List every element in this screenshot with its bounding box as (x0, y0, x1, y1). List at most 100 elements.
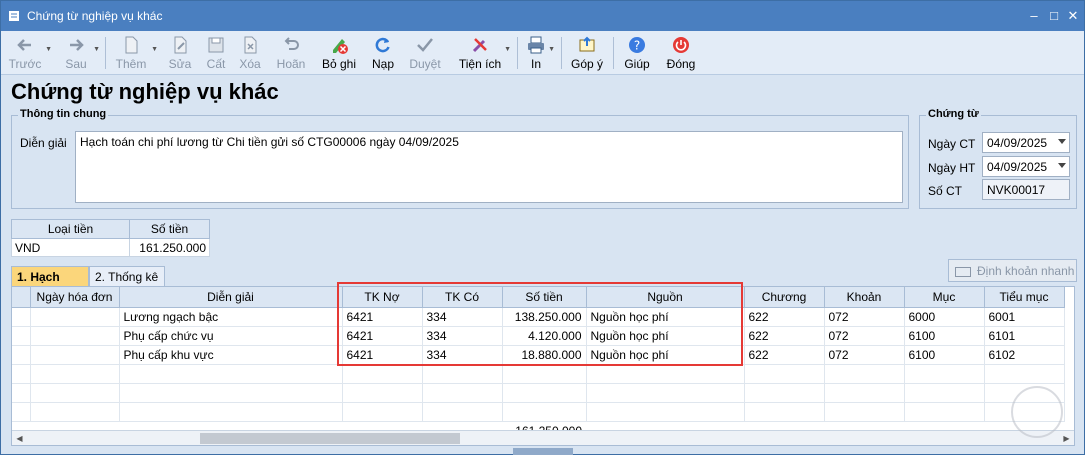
next-button[interactable]: Sau ▼ (61, 33, 100, 73)
table-cell[interactable]: 072 (824, 307, 905, 327)
table-cell[interactable]: 072 (824, 345, 905, 365)
table-cell[interactable]: 622 (744, 345, 825, 365)
description-label: Diễn giải (20, 136, 67, 150)
delete-button[interactable]: Xóa (237, 33, 263, 73)
power-icon (673, 37, 689, 53)
scrollbar-thumb[interactable] (200, 433, 460, 444)
help-button[interactable]: ? Giúp (621, 33, 653, 73)
maximize-button[interactable]: □ (1045, 7, 1063, 25)
voucher-date-value: 04/09/2025 (987, 136, 1048, 150)
title-bar: Chứng từ nghiệp vụ khác – □ ✕ (1, 1, 1084, 31)
unpost-icon (333, 39, 348, 54)
table-cell[interactable]: 622 (744, 307, 825, 327)
arrow-left-icon (17, 39, 31, 51)
voucher-number-field[interactable]: NVK00017 (982, 179, 1070, 200)
printer-icon (528, 36, 544, 54)
table-cell[interactable]: Phụ cấp khu vực (119, 345, 343, 365)
table-cell[interactable]: 6102 (984, 345, 1065, 365)
posting-date-label: Ngày HT (928, 161, 976, 175)
keyboard-icon (955, 266, 971, 277)
close-button[interactable]: Đóng (663, 33, 699, 73)
row-selector-header (12, 287, 31, 308)
table-cell[interactable] (30, 307, 120, 327)
tab-accounting[interactable]: 1. Hạch toán (11, 266, 89, 298)
column-header[interactable]: Chương (744, 287, 825, 308)
check-icon (417, 38, 433, 52)
new-document-icon (125, 36, 138, 54)
table-cell[interactable]: Phụ cấp chức vụ (119, 326, 343, 346)
page-title: Chứng từ nghiệp vụ khác (11, 79, 279, 104)
row-selector[interactable] (12, 326, 31, 346)
minimize-button[interactable]: – (1025, 7, 1043, 25)
description-field[interactable]: Hạch toán chi phí lương từ Chi tiền gửi … (75, 131, 903, 203)
voucher-date-label: Ngày CT (928, 137, 976, 151)
column-header[interactable]: Tiểu mục (984, 287, 1065, 308)
scroll-left-icon[interactable]: ◀ (12, 431, 27, 445)
quick-entry-label: Định khoản nhanh (977, 264, 1075, 278)
horizontal-scrollbar[interactable]: ◀ ▶ (12, 430, 1074, 445)
table-cell[interactable]: 622 (744, 326, 825, 346)
splitter-grip[interactable] (513, 448, 573, 455)
table-cell[interactable]: 6000 (904, 307, 985, 327)
reload-button[interactable]: Nạp (369, 33, 397, 73)
arrow-right-icon (70, 39, 84, 51)
voucher-number-label: Số CT (928, 184, 963, 198)
svg-text:?: ? (634, 39, 640, 53)
toolbar-separator (105, 37, 106, 69)
currency-amount-cell[interactable]: 161.250.000 (129, 238, 210, 257)
row-selector[interactable] (12, 307, 31, 327)
chevron-down-icon: ▼ (548, 46, 555, 53)
scroll-right-icon[interactable]: ▶ (1059, 431, 1074, 445)
chevron-down-icon[interactable] (1058, 139, 1066, 144)
tab-statistics[interactable]: 2. Thống kê (89, 266, 165, 287)
table-cell[interactable]: 6100 (904, 345, 985, 365)
table-cell[interactable]: 6101 (984, 326, 1065, 346)
currency-type-cell[interactable]: VND (11, 238, 130, 257)
prev-button[interactable]: Trước ▼ (7, 33, 52, 73)
general-info-group: Thông tin chung Diễn giải Hạch toán chi … (11, 108, 909, 209)
save-button[interactable]: Cất (203, 33, 229, 73)
table-cell[interactable]: 072 (824, 326, 905, 346)
refresh-icon (375, 37, 390, 53)
window-title: Chứng từ nghiệp vụ khác (27, 9, 163, 23)
table-cell[interactable] (30, 345, 120, 365)
edit-button[interactable]: Sửa (167, 33, 193, 73)
toolbar-separator (561, 37, 562, 69)
posting-date-value: 04/09/2025 (987, 160, 1048, 174)
column-header[interactable]: Ngày hóa đơn (30, 287, 120, 308)
empty-row[interactable] (12, 364, 1065, 384)
column-header[interactable]: Diễn giải (119, 287, 343, 308)
chevron-down-icon: ▼ (93, 46, 100, 53)
column-header[interactable]: Khoản (824, 287, 905, 308)
voucher-group-title: Chứng từ (926, 108, 981, 120)
table-cell[interactable] (30, 326, 120, 346)
add-button[interactable]: Thêm ▼ (113, 33, 158, 73)
toolbar-separator (517, 37, 518, 69)
empty-row[interactable] (12, 402, 1065, 422)
quick-entry-button[interactable]: Định khoản nhanh (948, 259, 1077, 282)
print-button[interactable]: In ▼ (523, 33, 555, 73)
chevron-down-icon[interactable] (1058, 163, 1066, 168)
currency-type-header: Loại tiền (11, 219, 130, 239)
undo-button[interactable]: Hoãn (273, 33, 309, 73)
undo-icon (284, 37, 299, 50)
feedback-button[interactable]: Góp ý (569, 33, 605, 73)
chevron-down-icon: ▼ (45, 46, 52, 53)
utilities-button[interactable]: Tiện ích ▼ (457, 33, 511, 73)
feedback-icon (579, 36, 595, 52)
table-cell[interactable]: 6001 (984, 307, 1065, 327)
row-selector[interactable] (12, 345, 31, 365)
toolbar: Trước ▼ Sau ▼ Thêm ▼ Sửa Cất Xóa Hoãn Bỏ… (1, 31, 1084, 75)
empty-row[interactable] (12, 383, 1065, 403)
table-cell[interactable]: 6100 (904, 326, 985, 346)
help-icon: ? (629, 37, 645, 53)
unpost-button[interactable]: Bỏ ghi (319, 33, 359, 73)
column-header[interactable]: Mục (904, 287, 985, 308)
voucher-date-picker[interactable]: 04/09/2025 (982, 132, 1070, 153)
toolbar-separator (613, 37, 614, 69)
app-icon (9, 11, 19, 21)
table-cell[interactable]: Lương ngạch bậc (119, 307, 343, 327)
posting-date-picker[interactable]: 04/09/2025 (982, 156, 1070, 177)
approve-button[interactable]: Duyệt (407, 33, 443, 73)
close-window-button[interactable]: ✕ (1064, 7, 1082, 25)
